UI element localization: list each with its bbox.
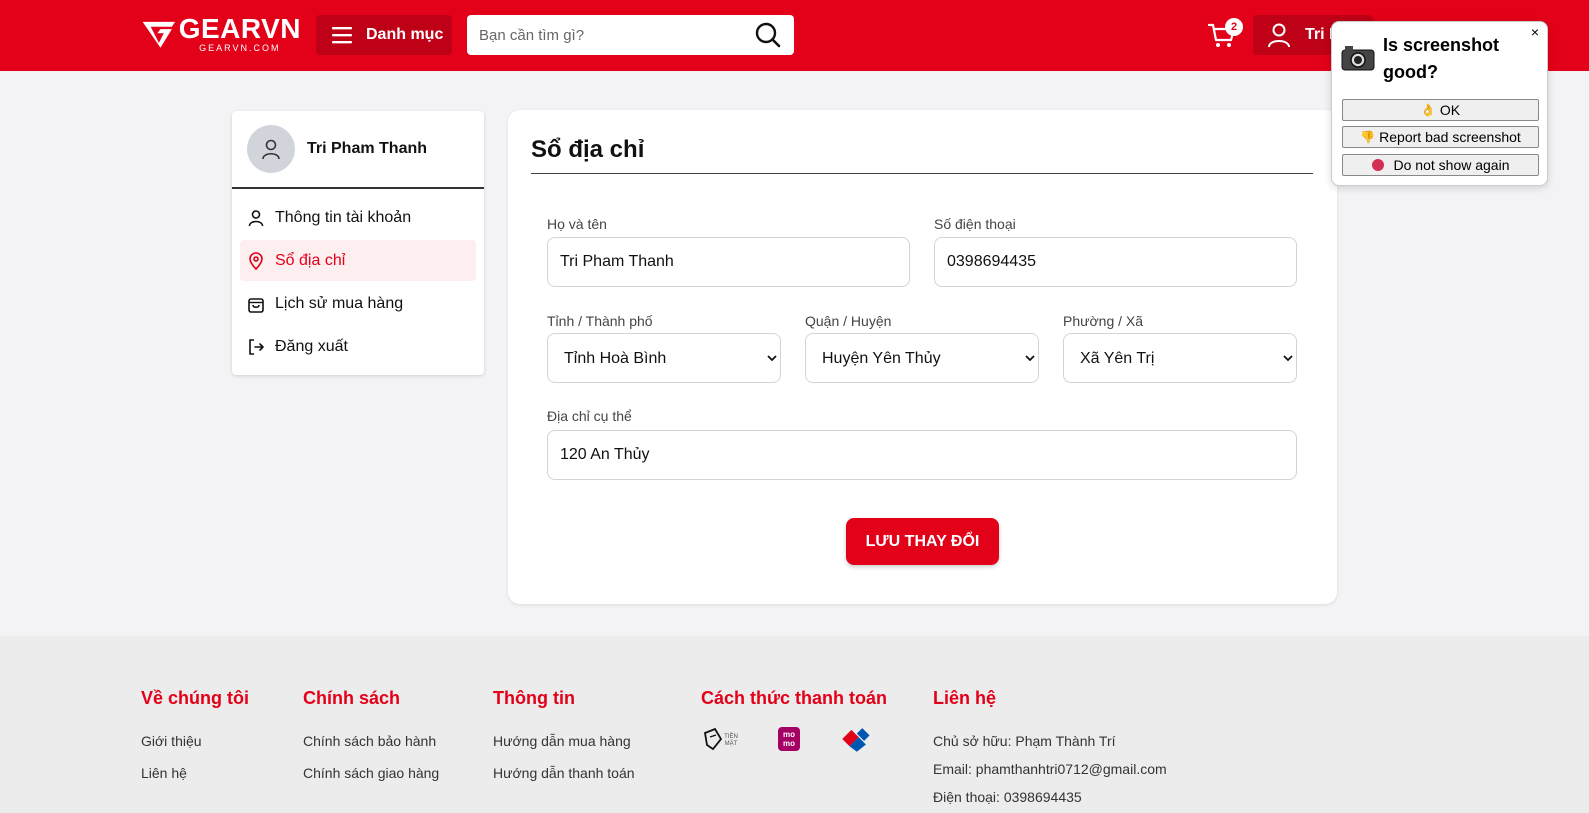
sidebar-item-label: Sổ địa chỉ [275, 251, 346, 269]
footer-link-payment-guide[interactable]: Hướng dẫn thanh toán [493, 764, 635, 782]
search-bar [467, 15, 794, 55]
footer-link-shipping-policy[interactable]: Chính sách giao hàng [303, 764, 439, 782]
momo-logo: mo mo [778, 727, 800, 751]
full-name-label: Họ và tên [547, 216, 607, 232]
footer-info-heading: Thông tin [493, 688, 575, 708]
gearvn-logo-icon [142, 21, 176, 48]
footer-contact-heading: Liên hệ [933, 688, 997, 708]
sidebar-item-logout[interactable]: Đăng xuất [240, 326, 476, 367]
province-label: Tỉnh / Thành phố [547, 313, 653, 329]
profile-header: Tri Pham Thanh [232, 111, 484, 189]
red-dot-icon [1371, 159, 1384, 171]
shopping-bag-icon [248, 297, 264, 313]
logout-icon [249, 338, 264, 355]
popup-title: Is screenshot good? [1383, 35, 1500, 82]
sidebar-item-order-history[interactable]: Lịch sử mua hàng [240, 283, 476, 324]
full-name-field[interactable] [547, 237, 910, 287]
footer-policy-heading: Chính sách [303, 688, 401, 708]
search-icon[interactable] [754, 21, 782, 49]
ward-select[interactable]: Xã Yên Trị [1063, 333, 1297, 383]
cash-label-2: MẶT [725, 740, 738, 747]
footer-link-contact[interactable]: Liên hệ [141, 764, 249, 782]
cash-label: TIỀN [724, 733, 738, 740]
footer-about-column: Về chúng tôi Giới thiệu Liên hệ [141, 688, 249, 782]
phone-label: Số điện thoại [934, 216, 1016, 232]
cart-count-badge: 2 [1225, 18, 1243, 36]
logo-text: GEARVN GEARVN.COM [178, 13, 301, 54]
footer-policy-column: Chính sách Chính sách bảo hành Chính sác… [303, 688, 439, 782]
gearvn-logo[interactable]: GEARVN GEARVN.COM [141, 14, 301, 54]
footer-about-heading: Về chúng tôi [141, 688, 249, 708]
location-icon [249, 251, 263, 270]
do-not-show-again-button[interactable]: Do not show again [1342, 154, 1539, 176]
vnpay-payment-icon [833, 725, 877, 753]
user-icon [248, 209, 264, 226]
camera-icon [1341, 46, 1375, 71]
avatar [247, 125, 295, 173]
sidebar-item-address-book[interactable]: Sổ địa chỉ [240, 240, 476, 281]
footer-email[interactable]: Email: phamthanhtri0712@gmail.com [933, 760, 1167, 778]
user-icon [1268, 23, 1290, 48]
footer: Về chúng tôi Giới thiệu Liên hệ Chính sá… [0, 636, 1589, 813]
screenshot-feedback-popup: × Is screenshot good? 👌 OK 👎 Report bad … [1331, 21, 1548, 186]
momo-payment-icon: mo mo [767, 725, 811, 753]
footer-payment-heading: Cách thức thanh toán [701, 688, 888, 708]
street-address-field[interactable] [547, 430, 1297, 480]
address-book-card: Sổ địa chỉ Họ và tên Số điện thoại Tỉnh … [508, 110, 1337, 604]
footer-contact-column: Liên hệ Chủ sở hữu: Phạm Thành Trí Email… [933, 688, 1167, 806]
hide-label: Do not show again [1393, 157, 1510, 173]
ok-label: OK [1439, 102, 1461, 118]
profile-name: Tri Pham Thanh [307, 140, 428, 157]
avatar-user-icon [262, 139, 280, 160]
district-label: Quận / Huyện [805, 313, 892, 329]
sidebar-item-label: Thông tin tài khoản [275, 208, 412, 226]
payment-icons: TIỀN MẶT mo mo [701, 725, 887, 753]
ok-hand-icon: 👌 [1420, 103, 1436, 117]
district-select[interactable]: Huyện Yên Thủy [805, 333, 1039, 383]
sidebar-item-label: Đăng xuất [275, 337, 348, 355]
street-address-label: Địa chỉ cụ thể [547, 408, 632, 424]
phone-field[interactable] [934, 237, 1297, 287]
footer-link-warranty-policy[interactable]: Chính sách bảo hành [303, 732, 439, 750]
ok-button[interactable]: 👌 OK [1342, 99, 1539, 121]
category-menu-label: Danh mục [366, 26, 444, 43]
thumbs-down-icon: 👎 [1360, 130, 1376, 144]
save-changes-button[interactable]: LƯU THAY ĐỔI [846, 518, 999, 565]
logo-sub-text: GEARVN.COM [199, 43, 281, 53]
ward-label: Phường / Xã [1063, 313, 1144, 329]
report-bad-screenshot-button[interactable]: 👎 Report bad screenshot [1342, 126, 1539, 148]
footer-owner: Chủ sở hữu: Phạm Thành Trí [933, 733, 1116, 749]
footer-link-about[interactable]: Giới thiệu [141, 732, 249, 750]
account-sidebar: Tri Pham Thanh Thông tin tài khoản Sổ đị… [232, 111, 484, 375]
search-input[interactable] [467, 15, 754, 55]
category-menu-button[interactable]: Danh mục [316, 15, 452, 55]
footer-payment-column: Cách thức thanh toán TIỀN MẶT mo mo [701, 688, 887, 753]
footer-info-column: Thông tin Hướng dẫn mua hàng Hướng dẫn t… [493, 688, 635, 782]
report-label: Report bad screenshot [1379, 129, 1521, 145]
footer-link-buying-guide[interactable]: Hướng dẫn mua hàng [493, 732, 635, 750]
cart-button[interactable]: 2 [1207, 18, 1243, 52]
page-title: Sổ địa chỉ [531, 136, 1313, 174]
province-select[interactable]: Tỉnh Hoà Bình [547, 333, 781, 383]
footer-phone[interactable]: Điện thoại: 0398694435 [933, 788, 1167, 806]
sidebar-menu: Thông tin tài khoản Sổ địa chỉ Lịch sử m… [232, 189, 484, 367]
hamburger-icon [332, 27, 352, 44]
logo-main-text: GEARVN [178, 13, 301, 44]
sidebar-item-label: Lịch sử mua hàng [275, 294, 404, 312]
sidebar-item-account-info[interactable]: Thông tin tài khoản [240, 197, 476, 238]
cash-payment-icon: TIỀN MẶT [701, 725, 745, 753]
